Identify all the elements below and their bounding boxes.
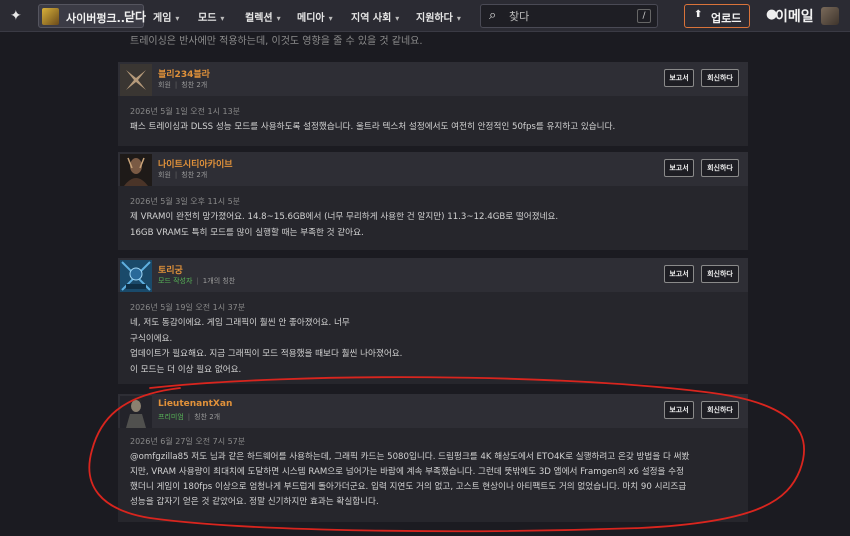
reply-button[interactable]: 회신하다 — [701, 69, 739, 87]
user-role: 회원 — [158, 81, 171, 89]
comment-header: 나이트시티아카이브 회원 | 칭찬 2개 보고서 회신하다 — [118, 152, 748, 186]
meta-separator: | — [174, 171, 178, 179]
meta-separator: | — [187, 413, 191, 421]
chevron-down-icon: ▾ — [456, 14, 461, 23]
comment-header: LieutenantXan 프리미엄 | 칭찬 2개 보고서 회신하다 — [118, 394, 748, 428]
nav-media[interactable]: 메디아 ▾ — [297, 9, 333, 24]
user-endorsements: 칭찬 2개 — [194, 413, 221, 421]
upload-button[interactable]: ⬆ 업로드 — [684, 4, 750, 28]
user-avatar[interactable] — [120, 64, 152, 96]
email-label[interactable]: 이메일 — [775, 6, 814, 26]
top-navigation-bar: ✦ 사이버펑크... 닫다 게임 ▾ 모드 ▾ 컬렉션 ▾ 메디아 ▾ 지역 사회 ▾ 지… — [0, 0, 850, 32]
user-avatar[interactable] — [120, 396, 152, 428]
nav-label: 모드 — [198, 13, 217, 24]
chevron-down-icon: ▾ — [395, 14, 400, 23]
site-logo-icon[interactable]: ✦ — [10, 8, 26, 24]
comment-username[interactable]: 블리234블라 — [158, 67, 210, 80]
nav-label: 메디아 — [297, 13, 325, 24]
comment-date: 2026년 6월 27일 오전 7시 57분 — [130, 437, 246, 446]
nav-label: 게임 — [153, 13, 172, 24]
nav-games[interactable]: 게임 ▾ — [153, 9, 179, 24]
comment-username[interactable]: 나이트시티아카이브 — [158, 157, 233, 170]
reply-button[interactable]: 회신하다 — [701, 265, 739, 283]
report-button[interactable]: 보고서 — [664, 265, 694, 283]
comment-username[interactable]: 토리궁 — [158, 263, 183, 276]
search-box: ⌕ / — [480, 4, 658, 28]
search-input[interactable] — [509, 7, 619, 25]
user-role: 프리미엄 — [158, 413, 184, 421]
previous-comment-text: 트레이싱은 반사에만 적용하는데, 이것도 영향을 줄 수 있을 것 같네요. — [130, 36, 423, 47]
chevron-down-icon: ▾ — [276, 14, 281, 23]
comment-body: @omfgzilla85 저도 님과 같은 하드웨어를 사용하는데, 그래픽 카… — [130, 450, 736, 510]
user-endorsements: 칭찬 2개 — [181, 81, 208, 89]
comment-line: 제 VRAM이 완전히 망가졌어요. 14.8~15.6GB에서 (너무 무리하… — [130, 212, 559, 222]
nav-collections[interactable]: 컬렉션 ▾ — [245, 9, 281, 24]
reply-button[interactable]: 회신하다 — [701, 401, 739, 419]
game-name: 사이버펑크... — [66, 12, 130, 25]
comment-line: 했더니 게임이 180fps 이상으로 엄청나게 부드럽게 돌아가더군요. 입력… — [130, 482, 687, 492]
chevron-down-icon: ▾ — [220, 14, 225, 23]
nav-label: 지역 사회 — [351, 13, 392, 24]
user-avatar[interactable] — [120, 154, 152, 186]
comment-line: 패스 트레이싱과 DLSS 성능 모드를 사용하도록 설정했습니다. 울트라 텍… — [130, 122, 616, 132]
comment-header: 토리궁 모드 작성자 | 1개의 칭찬 보고서 회신하다 — [118, 258, 748, 292]
comment-meta: 회원 | 칭찬 2개 — [158, 80, 207, 90]
user-role: 회원 — [158, 171, 171, 179]
comment-body: 네, 저도 동감이에요. 게임 그래픽이 훨씬 안 좋아졌어요. 너무 구식이에… — [130, 316, 736, 378]
comment-meta: 모드 작성자 | 1개의 칭찬 — [158, 276, 235, 286]
comment-line: 업데이트가 필요해요. 지금 그래픽이 모드 적용했을 때보다 훨씬 나아졌어요… — [130, 349, 403, 359]
comment-card: LieutenantXan 프리미엄 | 칭찬 2개 보고서 회신하다 2026년 … — [118, 394, 748, 522]
comment-date: 2026년 5월 3일 오후 11시 5분 — [130, 197, 241, 206]
nav-mods[interactable]: 모드 ▾ — [198, 9, 224, 24]
nav-label: 지원하다 — [416, 13, 453, 24]
report-button[interactable]: 보고서 — [664, 69, 694, 87]
comment-body: 패스 트레이싱과 DLSS 성능 모드를 사용하도록 설정했습니다. 울트라 텍… — [130, 120, 736, 136]
user-avatar[interactable] — [821, 7, 839, 25]
comment-meta: 프리미엄 | 칭찬 2개 — [158, 412, 220, 422]
user-avatar[interactable] — [120, 260, 152, 292]
comment-date: 2026년 5월 19일 오전 1시 37분 — [130, 303, 246, 312]
comment-card: 나이트시티아카이브 회원 | 칭찬 2개 보고서 회신하다 2026년 5월 3일 … — [118, 152, 748, 250]
search-shortcut-key: / — [637, 9, 651, 23]
comment-meta: 회원 | 칭찬 2개 — [158, 170, 207, 180]
meta-separator: | — [196, 277, 199, 285]
comment-line: 네, 저도 동감이에요. 게임 그래픽이 훨씬 안 좋아졌어요. 너무 — [130, 318, 350, 328]
nav-label: 컬렉션 — [245, 13, 273, 24]
nav-community[interactable]: 지역 사회 ▾ — [351, 9, 399, 24]
report-button[interactable]: 보고서 — [664, 159, 694, 177]
comment-line: 지만, VRAM 사용량이 최대치에 도달하면 시스템 RAM으로 넘어가는 바… — [130, 467, 684, 477]
chevron-down-icon: ▾ — [175, 14, 180, 23]
user-role: 모드 작성자 — [158, 277, 193, 285]
comment-card: 토리궁 모드 작성자 | 1개의 칭찬 보고서 회신하다 2026년 5월 19일 … — [118, 258, 748, 384]
close-button[interactable]: 닫다 — [124, 8, 146, 25]
comment-date: 2026년 5월 1일 오전 1시 13분 — [130, 107, 241, 116]
comment-line: @omfgzilla85 저도 님과 같은 하드웨어를 사용하는데, 그래픽 카… — [130, 452, 690, 462]
comment-line: 이 모드는 더 이상 필요 없어요. — [130, 364, 242, 375]
user-endorsements: 1개의 칭찬 — [202, 277, 236, 285]
comment-card: 블리234블라 회원 | 칭찬 2개 보고서 회신하다 2026년 5월 1일 오전… — [118, 62, 748, 146]
game-thumbnail — [42, 8, 59, 25]
comment-line: 16GB VRAM도 특히 모드를 많이 실행할 때는 부족한 것 같아요. — [130, 227, 364, 238]
reply-button[interactable]: 회신하다 — [701, 159, 739, 177]
user-endorsements: 칭찬 2개 — [181, 171, 208, 179]
meta-separator: | — [174, 81, 178, 89]
upload-label: 업로드 — [711, 12, 742, 25]
comment-line: 성능을 갑자기 얻은 것 같았어요. 정말 신기하지만 효과는 확실합니다. — [130, 497, 379, 507]
search-icon: ⌕ — [489, 8, 497, 23]
comment-username[interactable]: LieutenantXan — [158, 399, 232, 409]
comment-header: 블리234블라 회원 | 칭찬 2개 보고서 회신하다 — [118, 62, 748, 96]
comment-line: 구식이에요. — [130, 333, 173, 344]
upload-icon: ⬆ — [694, 9, 703, 20]
comment-body: 제 VRAM이 완전히 망가졌어요. 14.8~15.6GB에서 (너무 무리하… — [130, 210, 736, 241]
chevron-down-icon: ▾ — [328, 14, 333, 23]
nav-support[interactable]: 지원하다 ▾ — [416, 9, 461, 24]
report-button[interactable]: 보고서 — [664, 401, 694, 419]
